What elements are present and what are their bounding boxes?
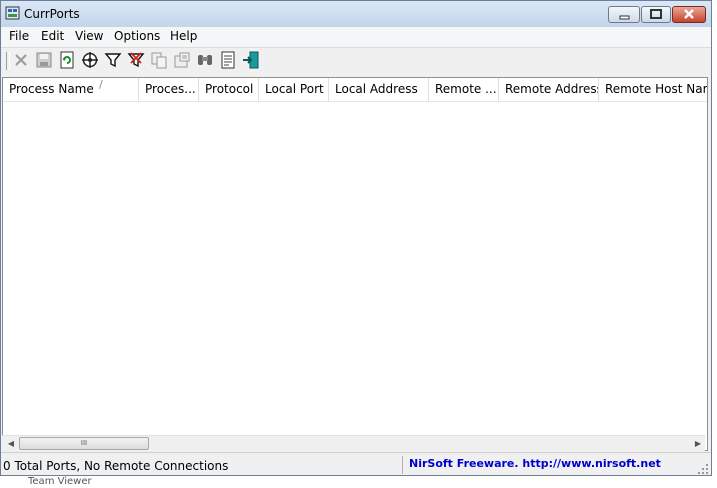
menu-options[interactable]: Options <box>114 29 160 43</box>
exit-icon[interactable] <box>242 51 260 69</box>
find-icon[interactable] <box>196 51 214 69</box>
background-window-text: Team Viewer <box>28 476 92 487</box>
column-remote-address[interactable]: Remote Address <box>499 78 599 101</box>
status-divider <box>402 456 403 474</box>
refresh-icon[interactable] <box>58 51 76 69</box>
column-process-id[interactable]: Proces... <box>139 78 199 101</box>
title-bar[interactable]: CurrPorts <box>1 1 711 27</box>
menu-file[interactable]: File <box>9 29 29 43</box>
horizontal-scrollbar[interactable]: ◀ III ▶ <box>2 435 705 451</box>
window-title: CurrPorts <box>24 7 80 21</box>
minimize-icon <box>619 15 630 20</box>
minimize-button[interactable] <box>608 6 640 23</box>
properties-icon[interactable] <box>81 51 99 69</box>
maximize-button[interactable] <box>641 6 671 23</box>
filter-icon[interactable] <box>104 51 122 69</box>
column-protocol[interactable]: Protocol <box>199 78 259 101</box>
column-remote-port[interactable]: Remote ... <box>429 78 499 101</box>
ports-list[interactable]: Process Name / Proces... Protocol Local … <box>2 77 708 451</box>
menu-bar: File Edit View Options Help <box>1 27 711 48</box>
menu-view[interactable]: View <box>75 29 103 43</box>
scrollbar-thumb[interactable]: III <box>19 437 149 450</box>
close-button[interactable] <box>672 6 706 23</box>
menu-edit[interactable]: Edit <box>41 29 64 43</box>
resize-grip-icon[interactable] <box>698 464 709 475</box>
advanced-filter-icon[interactable] <box>127 51 145 69</box>
close-icon <box>684 9 694 19</box>
status-bar: 0 Total Ports, No Remote Connections Nir… <box>1 452 711 475</box>
menu-help[interactable]: Help <box>170 29 197 43</box>
column-remote-host-name[interactable]: Remote Host Name <box>599 78 707 101</box>
text-report-icon[interactable] <box>219 51 237 69</box>
nirsoft-link[interactable]: NirSoft Freeware. http://www.nirsoft.net <box>409 457 661 470</box>
status-summary: 0 Total Ports, No Remote Connections <box>3 459 229 473</box>
scroll-left-icon[interactable]: ◀ <box>4 437 18 450</box>
column-local-port[interactable]: Local Port <box>259 78 329 101</box>
list-header: Process Name / Proces... Protocol Local … <box>3 78 707 102</box>
save-icon[interactable] <box>35 51 53 69</box>
app-icon <box>5 6 20 20</box>
column-process-name[interactable]: Process Name <box>3 78 139 101</box>
scroll-right-icon[interactable]: ▶ <box>691 437 705 450</box>
copy-icon[interactable] <box>150 51 168 69</box>
toolbar <box>1 48 711 74</box>
column-local-address[interactable]: Local Address <box>329 78 429 101</box>
delete-icon[interactable] <box>12 51 30 69</box>
app-window: CurrPorts File Edit View Options Help Pr… <box>0 0 712 476</box>
sort-indicator: / <box>99 78 103 91</box>
toolbar-grip <box>6 52 10 70</box>
html-report-icon[interactable] <box>173 51 191 69</box>
maximize-icon <box>650 9 662 19</box>
